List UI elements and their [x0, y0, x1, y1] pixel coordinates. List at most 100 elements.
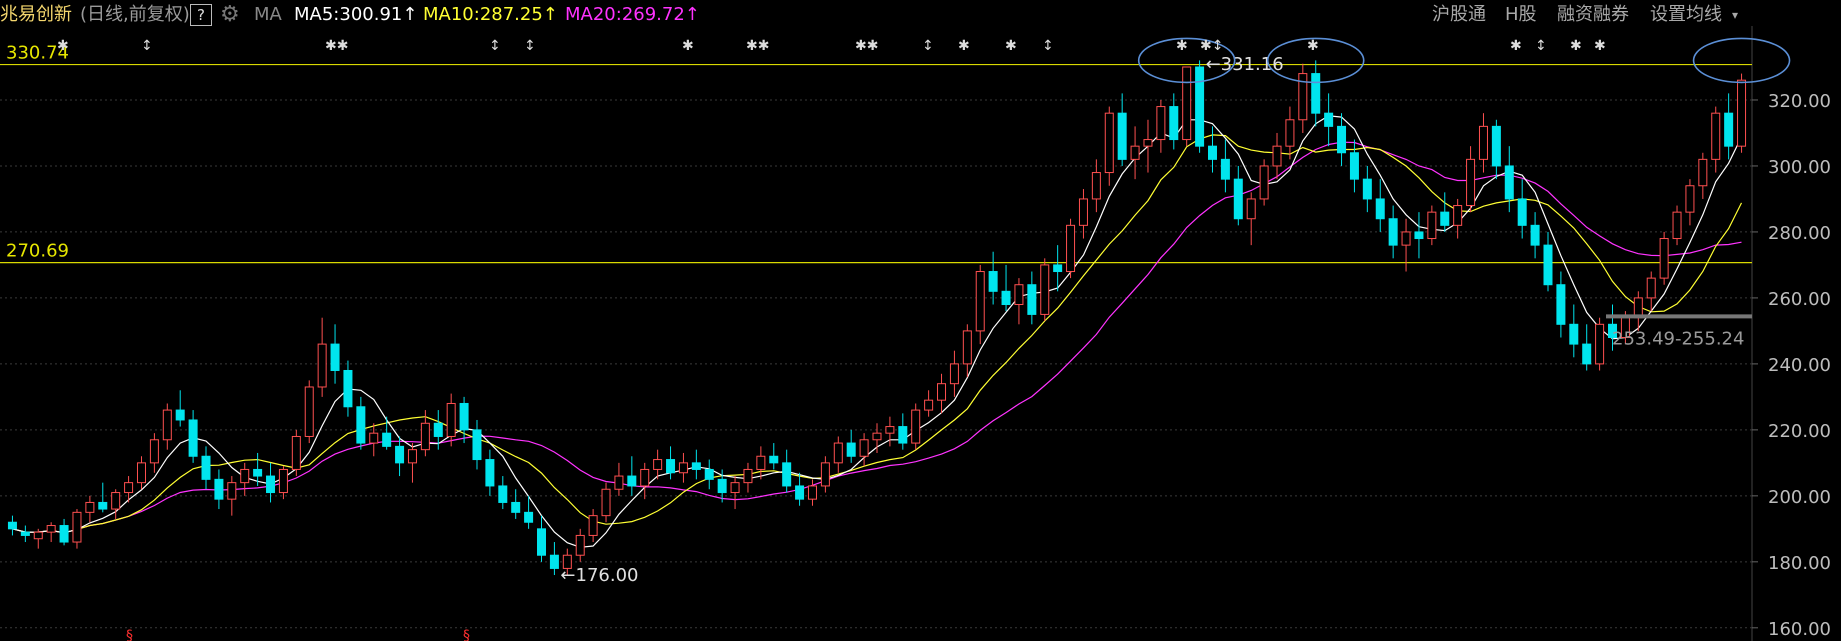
candle-body [330, 343, 340, 371]
candle-body [317, 343, 327, 388]
event-marker-icon: § [463, 628, 470, 641]
event-marker-icon: § [126, 628, 133, 641]
candle [1388, 205, 1398, 259]
candle [1530, 212, 1540, 259]
candle-body [201, 455, 211, 480]
candle-body [1478, 125, 1488, 160]
candle [1478, 113, 1488, 173]
candle [820, 456, 830, 493]
candle-body [1246, 198, 1256, 220]
candle-body [872, 432, 882, 441]
candle-body [769, 455, 779, 464]
candle [1285, 106, 1295, 160]
candle [369, 423, 379, 457]
y-tick-label: 260.00 [1768, 289, 1831, 310]
candle [98, 482, 108, 513]
candle-body [1724, 112, 1734, 147]
candle [962, 324, 972, 378]
candle [704, 459, 714, 490]
candle-body [214, 478, 224, 500]
candle-body [537, 528, 547, 556]
y-tick-label: 300.00 [1768, 157, 1831, 178]
candle-body [678, 462, 688, 474]
candle-body [188, 419, 198, 457]
candle [485, 449, 495, 496]
candle [1156, 99, 1166, 153]
candle-body [627, 475, 637, 487]
candle [1233, 165, 1243, 226]
candle [111, 489, 121, 519]
candle-body [227, 482, 237, 500]
candle [1298, 63, 1308, 133]
candle [756, 446, 766, 480]
kline-chart[interactable]: 330.74270.69 320.00 300.00 280.00 260.00 240… [0, 0, 1841, 641]
candle-body [33, 531, 43, 540]
candle [743, 462, 753, 493]
candle-body [1491, 125, 1501, 167]
candle-body [72, 511, 82, 543]
event-marker-icon: ✱ [57, 38, 69, 54]
candle [395, 436, 405, 477]
candle-body [1272, 145, 1282, 167]
candle [511, 489, 521, 519]
candle [1427, 205, 1437, 246]
candle [1027, 271, 1037, 325]
candle-body [588, 515, 598, 536]
candle [446, 393, 456, 447]
candle [1737, 73, 1747, 153]
low-price-label: ←176.00 [560, 565, 638, 586]
candle-body [253, 468, 263, 477]
candle [1220, 139, 1230, 193]
candle-body [575, 534, 585, 556]
event-marker-icon: ✱ [1570, 38, 1582, 54]
candle [291, 429, 301, 477]
candle-body [85, 501, 95, 513]
candle [1066, 218, 1076, 279]
candle [188, 410, 198, 463]
candle-body [1685, 185, 1695, 213]
event-marker-icon: ✱↕ [1200, 38, 1223, 54]
y-tick-label: 180.00 [1768, 553, 1831, 574]
candle [1569, 304, 1579, 358]
candle-body [1440, 211, 1450, 226]
event-marker-icon: ✱ [1510, 38, 1522, 54]
candle-body [1130, 145, 1140, 160]
candle-body [266, 475, 276, 494]
candle [214, 469, 224, 510]
candle [1182, 66, 1192, 147]
event-marker-icon: ↕ [1535, 38, 1547, 54]
candle-body [46, 525, 56, 533]
candle [846, 429, 856, 463]
candle-body [1414, 231, 1424, 240]
candle-body [1737, 79, 1747, 147]
candle [1375, 179, 1385, 232]
candle-body [1066, 224, 1076, 273]
candle [1440, 192, 1450, 232]
candle [278, 466, 288, 500]
candle [1466, 146, 1476, 213]
candle [201, 446, 211, 490]
candle [549, 542, 559, 576]
candle [730, 476, 740, 510]
candle [149, 433, 159, 473]
candle-body [382, 432, 392, 447]
candle [614, 462, 624, 496]
support-zone-bar [1606, 314, 1752, 319]
candle [1311, 60, 1321, 127]
candle [33, 528, 43, 549]
candle-body [1388, 218, 1398, 246]
candle-body [446, 402, 456, 437]
candle-body [820, 462, 830, 487]
candle [330, 324, 340, 384]
candle [949, 350, 959, 397]
candle-body [898, 426, 908, 444]
candle-body [291, 435, 301, 470]
candle [72, 509, 82, 549]
candle [1556, 271, 1566, 338]
candle-body [859, 439, 869, 457]
candle-body [807, 485, 817, 500]
candle-body [988, 271, 998, 292]
candle-body [549, 554, 559, 569]
candle [136, 456, 146, 490]
candle [1362, 165, 1372, 213]
